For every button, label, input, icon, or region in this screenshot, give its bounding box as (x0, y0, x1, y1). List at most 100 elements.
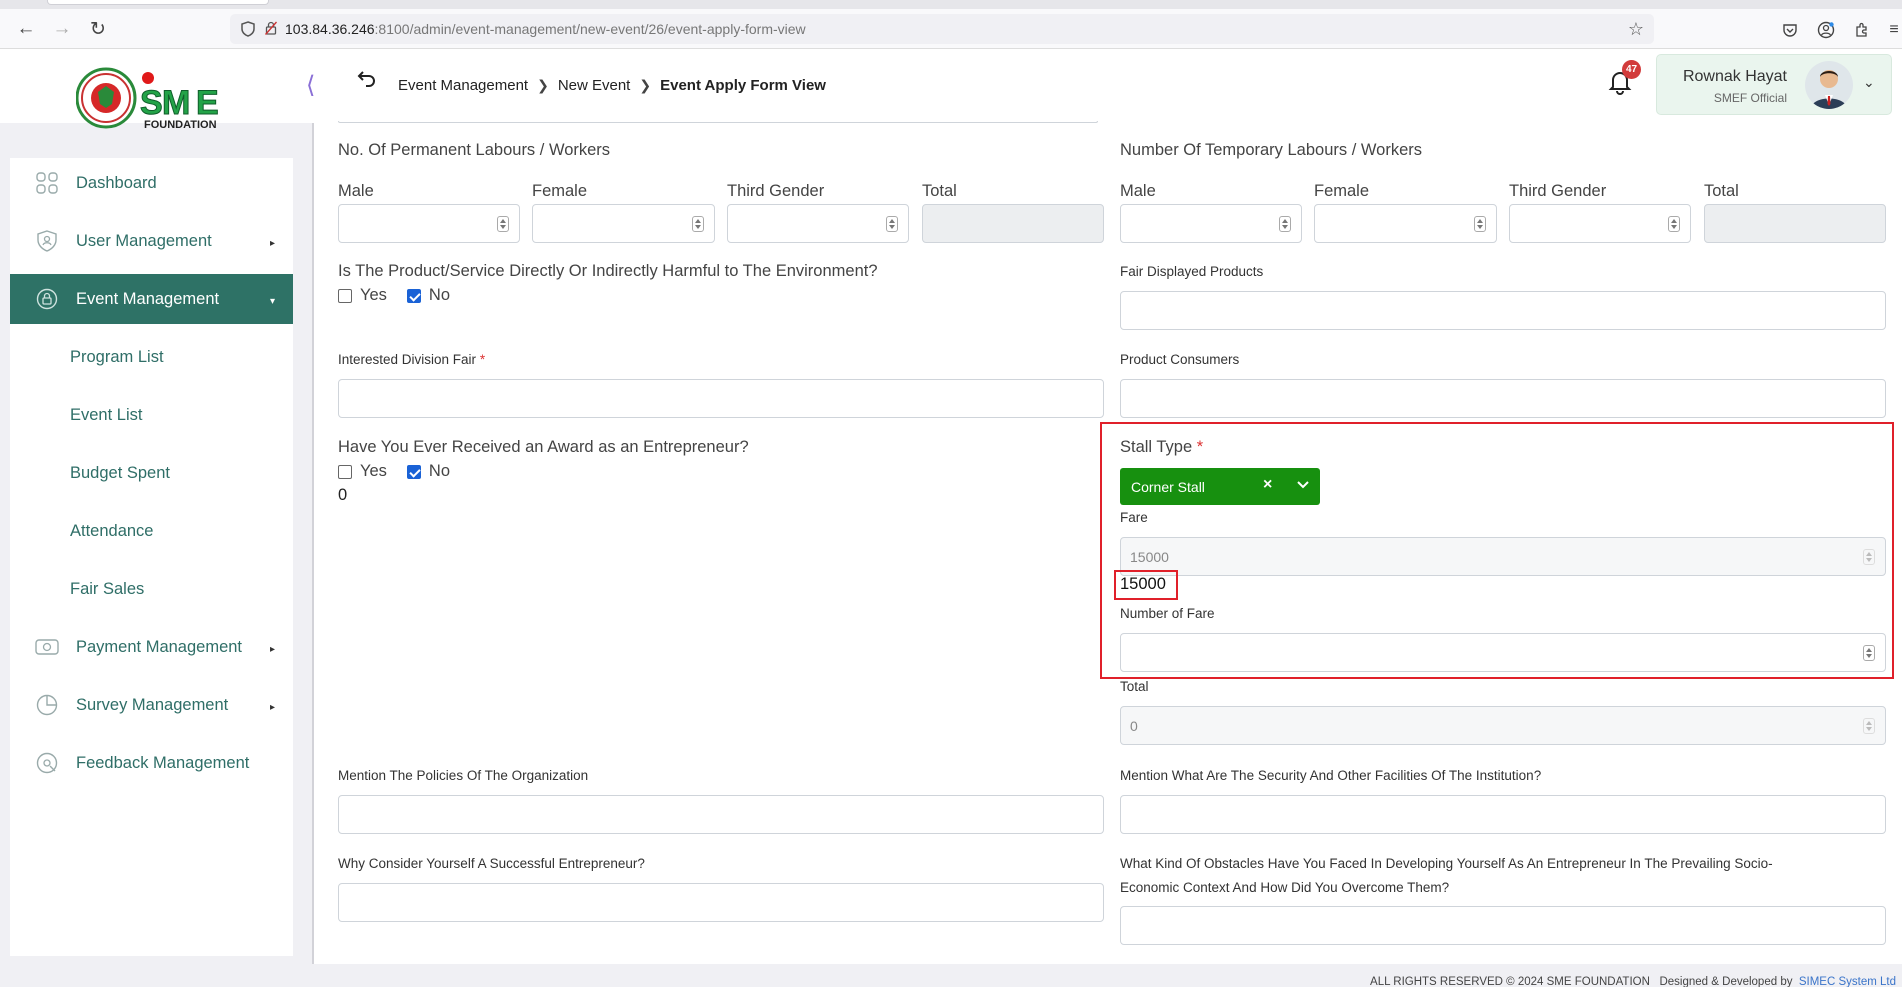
permanent-third-gender-input[interactable] (727, 204, 909, 243)
spinner-icon[interactable] (1279, 216, 1291, 232)
sidebar-item-event-list[interactable]: Event List (70, 406, 142, 425)
sidebar-item-dashboard[interactable]: Dashboard (10, 158, 293, 208)
caret-right-icon: ▸ (269, 238, 275, 249)
permanent-male-input[interactable] (338, 204, 520, 243)
sidebar-item-feedback-management[interactable]: Feedback Management (10, 738, 293, 788)
back-arrow-icon[interactable]: ← (14, 17, 38, 41)
stall-type-label: Stall Type * (1120, 438, 1203, 457)
chevron-down-icon[interactable]: ⌄ (1863, 74, 1875, 91)
event-apply-form: No. Of Permanent Labours / Workers Male … (314, 121, 1902, 964)
sidebar-item-payment-management[interactable]: Payment Management ▸ (10, 622, 293, 672)
menu-icon[interactable]: ≡ (1884, 20, 1902, 40)
notification-count-badge: 47 (1622, 60, 1641, 79)
obstacles-label-line1: What Kind Of Obstacles Have You Faced In… (1120, 856, 1773, 871)
stall-type-text: Stall Type (1120, 438, 1193, 456)
footer-copyright: ALL RIGHTS RESERVED © 2024 SME FOUNDATIO… (1370, 976, 1650, 987)
temporary-third-gender-label: Third Gender (1509, 182, 1607, 200)
policies-input[interactable] (338, 795, 1104, 834)
fair-displayed-input[interactable] (1120, 291, 1886, 330)
url-host: 103.84.36.246 (285, 21, 375, 37)
footer-designed-by: Designed & Developed by (1659, 976, 1793, 987)
harmful-yes-checkbox[interactable] (338, 288, 352, 303)
undo-back-icon[interactable] (357, 70, 377, 94)
url-text[interactable]: 103.84.36.246:8100/admin/event-managemen… (285, 21, 806, 37)
temporary-female-label: Female (1314, 182, 1370, 200)
account-icon[interactable] (1816, 20, 1836, 40)
spinner-icon[interactable] (1863, 549, 1875, 565)
forward-arrow-icon[interactable]: → (50, 17, 74, 41)
sidebar-collapse-icon[interactable]: ⟨ (306, 71, 315, 100)
browser-active-tab[interactable] (47, 0, 269, 5)
permanent-total-input (922, 204, 1104, 243)
sidebar-item-user-management[interactable]: User Management ▸ (10, 216, 293, 266)
sidebar-label-dashboard: Dashboard (76, 173, 157, 192)
spinner-icon[interactable] (886, 216, 898, 232)
successful-input[interactable] (338, 883, 1104, 922)
chevron-down-icon[interactable] (1296, 477, 1310, 491)
temporary-third-gender-input[interactable] (1509, 204, 1691, 243)
sidebar-item-survey-management[interactable]: Survey Management ▸ (10, 680, 293, 730)
fare-input[interactable]: 15000 (1120, 537, 1886, 576)
spinner-icon[interactable] (1668, 216, 1680, 232)
award-yes-checkbox[interactable] (338, 464, 352, 479)
spinner-icon[interactable] (1863, 645, 1875, 661)
policies-label: Mention The Policies Of The Organization (338, 768, 589, 783)
browser-toolbar: ← → ↻ 103.84.36.246:8100/admin/event-man… (0, 9, 1902, 49)
sidebar-item-attendance[interactable]: Attendance (70, 522, 153, 541)
sidebar-label-feedback-management: Feedback Management (76, 753, 250, 772)
insecure-lock-icon[interactable] (264, 21, 278, 38)
sidebar-item-program-list[interactable]: Program List (70, 348, 164, 367)
harmful-label: Is The Product/Service Directly Or Indir… (338, 262, 878, 280)
reload-icon[interactable]: ↻ (86, 17, 110, 41)
address-bar[interactable]: 103.84.36.246:8100/admin/event-managemen… (230, 14, 1654, 44)
temporary-female-input[interactable] (1314, 204, 1497, 243)
breadcrumb-event-management[interactable]: Event Management (398, 77, 528, 94)
temporary-total-input (1704, 204, 1886, 243)
security-input[interactable] (1120, 795, 1886, 834)
footer-developer-link[interactable]: SIMEC System Ltd (1799, 976, 1896, 987)
number-of-fare-input[interactable] (1120, 633, 1886, 672)
extensions-icon[interactable] (1852, 20, 1872, 40)
stall-type-select[interactable]: Corner Stall × (1120, 468, 1320, 505)
spinner-icon[interactable] (1474, 216, 1486, 232)
sidebar-item-budget-spent[interactable]: Budget Spent (70, 464, 170, 483)
obstacles-input[interactable] (1120, 906, 1886, 945)
permanent-total-label: Total (922, 182, 957, 200)
security-label: Mention What Are The Security And Other … (1120, 768, 1542, 783)
shield-icon[interactable] (240, 21, 256, 37)
product-consumers-label: Product Consumers (1120, 352, 1240, 367)
svg-text:FOUNDATION: FOUNDATION (144, 119, 217, 130)
award-no-checkbox[interactable] (406, 464, 421, 479)
sidebar-item-event-management[interactable]: Event Management ▾ (10, 274, 293, 324)
interested-division-input[interactable] (338, 379, 1104, 418)
footer: ALL RIGHTS RESERVED © 2024 SME FOUNDATIO… (314, 964, 1902, 987)
caret-right-icon: ▸ (269, 644, 275, 655)
harmful-no-checkbox[interactable] (406, 288, 421, 303)
feedback-icon (34, 750, 60, 776)
bookmark-star-icon[interactable]: ☆ (1628, 19, 1644, 40)
pie-chart-icon (34, 692, 60, 718)
breadcrumb-new-event[interactable]: New Event (558, 77, 631, 94)
spinner-icon[interactable] (1863, 718, 1875, 734)
sidebar-label-event-management: Event Management (76, 289, 220, 308)
stall-type-selected: Corner Stall (1131, 478, 1205, 495)
clear-icon[interactable]: × (1263, 476, 1272, 494)
fare-label: Fare (1120, 510, 1148, 525)
total-input[interactable]: 0 (1120, 706, 1886, 745)
product-consumers-input[interactable] (1120, 379, 1886, 418)
permanent-workers-title: No. Of Permanent Labours / Workers (338, 141, 611, 159)
temporary-male-input[interactable] (1120, 204, 1302, 243)
sme-foundation-logo[interactable]: S M E FOUNDATION (75, 66, 236, 131)
user-profile-card[interactable]: Rownak Hayat SMEF Official ⌄ (1656, 54, 1892, 115)
pocket-icon[interactable] (1780, 20, 1800, 40)
sidebar-item-fair-sales[interactable]: Fair Sales (70, 580, 144, 599)
permanent-male-label: Male (338, 182, 374, 200)
sidebar-label-payment-management: Payment Management (76, 637, 243, 656)
spinner-icon[interactable] (497, 216, 509, 232)
sidebar-label-survey-management: Survey Management (76, 695, 229, 714)
spinner-icon[interactable] (692, 216, 704, 232)
total-input-value: 0 (1130, 718, 1138, 734)
shield-user-icon (34, 228, 60, 254)
permanent-female-input[interactable] (532, 204, 715, 243)
chevron-right-icon: ❯ (639, 77, 652, 93)
